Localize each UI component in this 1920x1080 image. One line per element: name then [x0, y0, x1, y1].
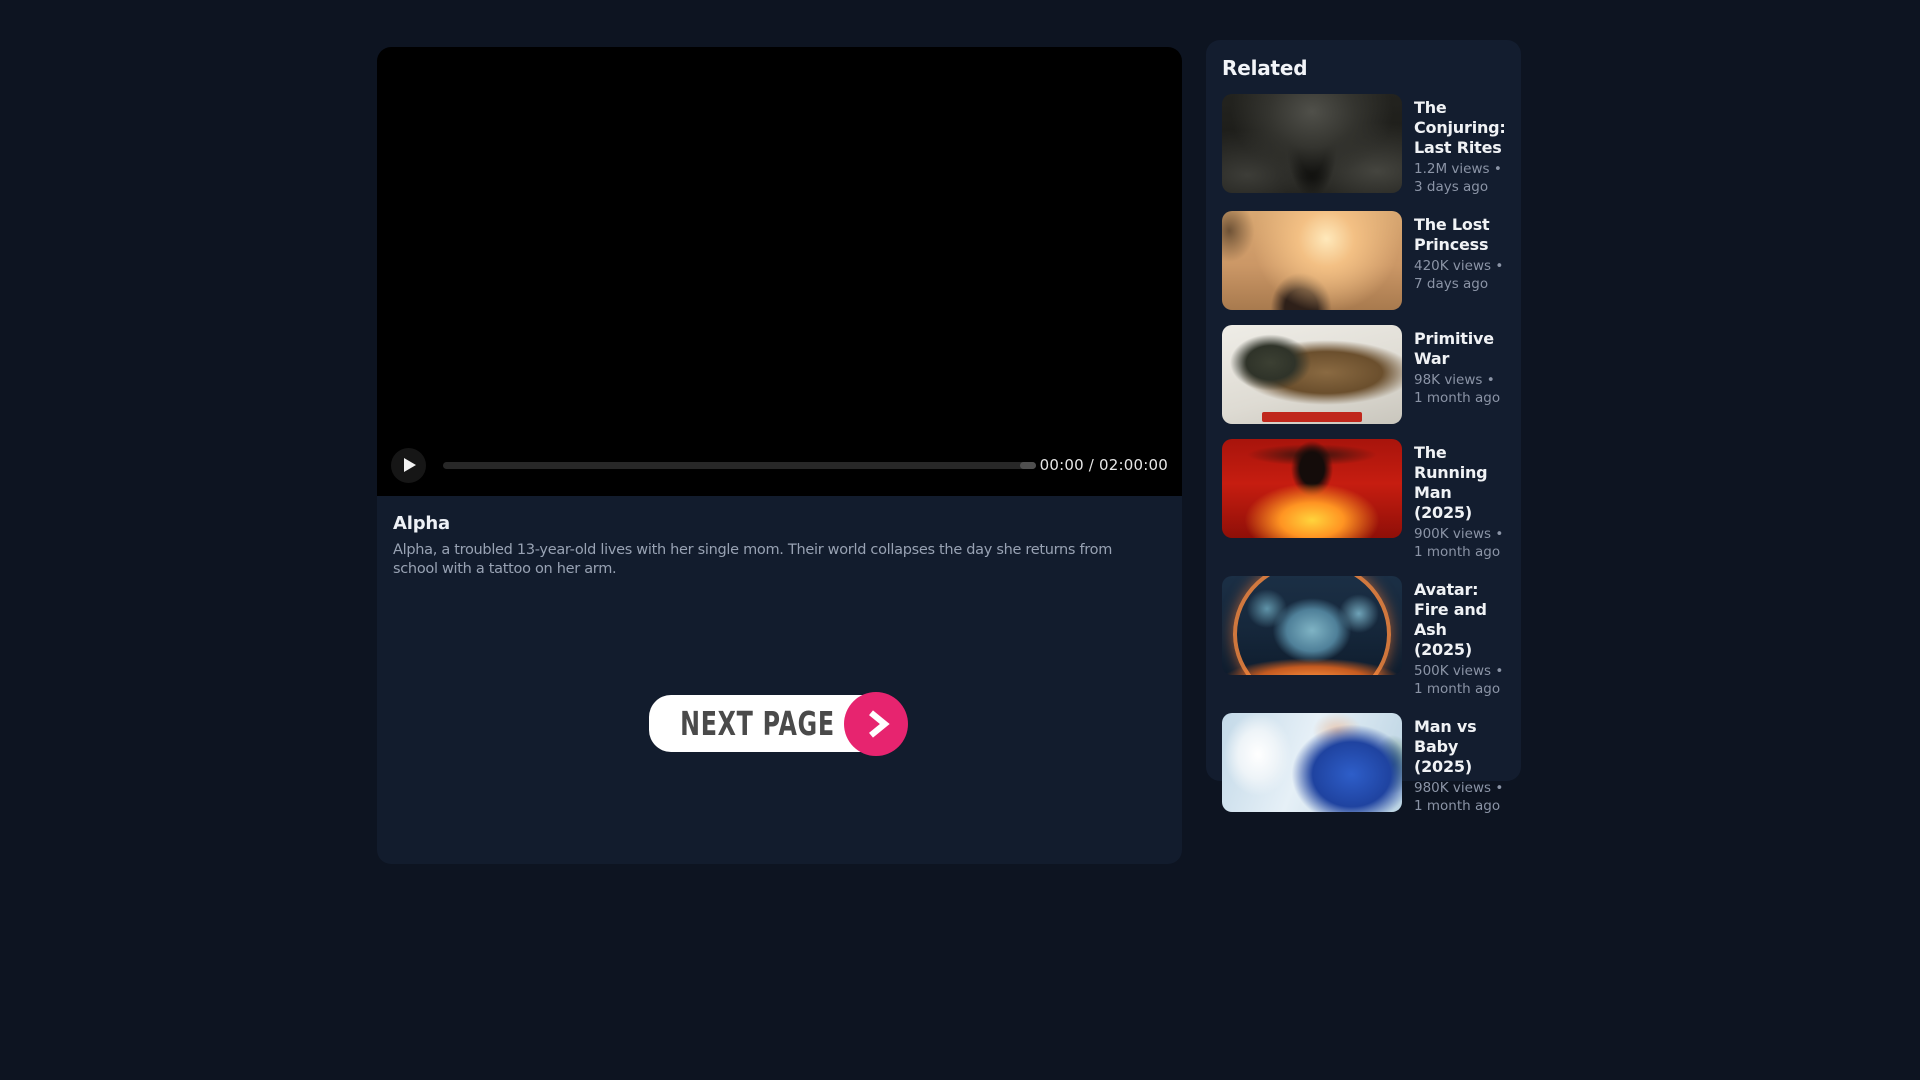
video-controls: 00:00 / 02:00:00 — [377, 447, 1182, 483]
play-icon — [404, 458, 416, 472]
related-video-item[interactable]: The Running Man (2025) 900K views • 1 mo… — [1222, 439, 1505, 561]
related-item-text: Man vs Baby (2025) 980K views • 1 month … — [1414, 713, 1505, 815]
progress-end-cap — [1020, 461, 1036, 469]
related-video-item[interactable]: The Lost Princess 420K views • 7 days ag… — [1222, 211, 1505, 311]
next-page-label: NEXT PAGE — [680, 704, 835, 743]
related-title: Avatar: Fire and Ash (2025) — [1414, 580, 1487, 660]
related-item-text: The Running Man (2025) 900K views • 1 mo… — [1414, 439, 1505, 561]
video-player-card: 00:00 / 02:00:00 Alpha Alpha, a troubled… — [377, 47, 1182, 864]
related-item-text: Avatar: Fire and Ash (2025) 500K views •… — [1414, 576, 1505, 698]
page-background: 00:00 / 02:00:00 Alpha Alpha, a troubled… — [0, 0, 1920, 1080]
video-description: Alpha, a troubled 13-year-old lives with… — [393, 542, 1113, 578]
related-thumbnail-avatar[interactable] — [1222, 576, 1402, 676]
related-thumbnail-man-vs-baby[interactable] — [1222, 713, 1402, 813]
related-video-item[interactable]: Avatar: Fire and Ash (2025) 500K views •… — [1222, 576, 1505, 698]
related-meta: 420K views • 7 days ago — [1414, 258, 1504, 292]
related-title: Man vs Baby (2025) — [1414, 717, 1477, 777]
related-title: The Running Man (2025) — [1414, 443, 1488, 523]
next-page-circle[interactable] — [844, 692, 908, 756]
next-page-button[interactable]: NEXT PAGE — [649, 692, 945, 756]
related-video-item[interactable]: Man vs Baby (2025) 980K views • 1 month … — [1222, 713, 1505, 815]
related-video-item[interactable]: Primitive War 98K views • 1 month ago — [1222, 325, 1505, 425]
related-panel: Related The Conjuring: Last Rites 1.2M v… — [1206, 40, 1521, 814]
video-info: Alpha Alpha, a troubled 13-year-old live… — [377, 496, 1182, 580]
related-title: The Conjuring: Last Rites — [1414, 98, 1506, 157]
related-meta: 500K views • 1 month ago — [1414, 663, 1504, 697]
related-thumbnail-running-man[interactable] — [1222, 439, 1402, 539]
related-thumbnail-primitive-war[interactable] — [1222, 325, 1402, 425]
video-player[interactable]: 00:00 / 02:00:00 — [377, 47, 1182, 496]
related-thumbnail-lost-princess[interactable] — [1222, 211, 1402, 311]
related-meta: 98K views • 1 month ago — [1414, 372, 1501, 406]
related-thumbnail-conjuring[interactable] — [1222, 94, 1402, 193]
related-meta: 1.2M views • 3 days ago — [1414, 161, 1502, 195]
progress-bar[interactable] — [443, 461, 1036, 469]
related-item-text: The Conjuring: Last Rites 1.2M views • 3… — [1414, 94, 1506, 196]
related-title: Primitive War — [1414, 329, 1494, 369]
time-display: 00:00 / 02:00:00 — [1039, 456, 1168, 474]
related-title: The Lost Princess — [1414, 215, 1490, 255]
related-meta: 900K views • 1 month ago — [1414, 526, 1504, 560]
related-item-text: The Lost Princess 420K views • 7 days ag… — [1414, 211, 1505, 310]
related-item-text: Primitive War 98K views • 1 month ago — [1414, 325, 1505, 424]
related-video-item[interactable]: The Conjuring: Last Rites 1.2M views • 3… — [1222, 94, 1506, 196]
related-meta: 980K views • 1 month ago — [1414, 780, 1504, 814]
video-title: Alpha — [393, 513, 450, 534]
play-button[interactable] — [391, 447, 426, 483]
chevron-right-icon — [869, 710, 890, 738]
related-header: Related — [1222, 56, 1308, 80]
